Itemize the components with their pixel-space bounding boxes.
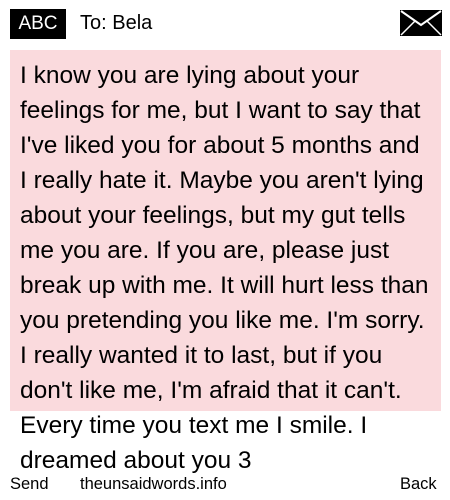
send-softkey[interactable]: Send: [10, 473, 49, 495]
input-mode-badge[interactable]: ABC: [10, 9, 66, 39]
recipient-label[interactable]: To: Bela: [80, 10, 152, 36]
compose-header: ABC To: Bela: [0, 0, 450, 46]
site-watermark: theunsaidwords.info: [80, 475, 227, 493]
back-softkey[interactable]: Back: [400, 473, 437, 495]
envelope-icon: [400, 10, 442, 36]
message-body-text[interactable]: I know you are lying about your feelings…: [20, 58, 430, 478]
compose-screen: ABC To: Bela I know you are lying about …: [0, 0, 450, 500]
